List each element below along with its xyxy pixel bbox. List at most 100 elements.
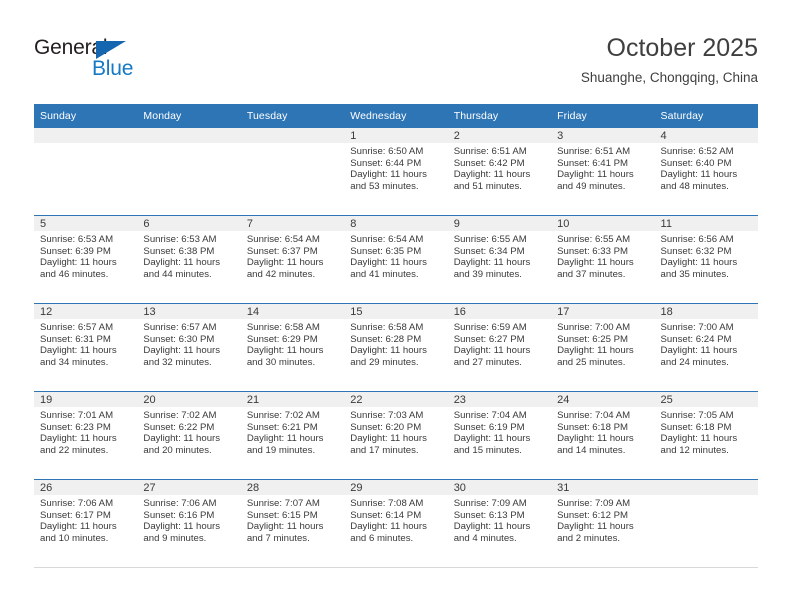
daylight-text-line2: and 22 minutes. [40, 444, 109, 456]
sunset-text: Sunset: 6:21 PM [246, 421, 318, 433]
calendar-day-cell[interactable]: 5 Sunrise: 6:53 AM Sunset: 6:39 PM Daylight… [34, 215, 138, 304]
sunrise-text: Sunrise: 7:02 AM [246, 410, 320, 421]
sunrise-text: Sunrise: 7:08 AM [350, 498, 424, 509]
calendar-day-cell[interactable]: 3 Sunrise: 6:51 AM Sunset: 6:41 PM Daylight… [551, 127, 655, 216]
calendar-day-cell[interactable]: 29 Sunrise: 7:08 AM Sunset: 6:14 PM Dayligh… [344, 479, 448, 568]
day-number: 8 [344, 216, 448, 231]
calendar-day-cell[interactable]: 4 Sunrise: 6:52 AM Sunset: 6:40 PM Daylight… [654, 127, 758, 216]
sunset-text: Sunset: 6:18 PM [557, 421, 629, 433]
day-number: 3 [551, 128, 655, 143]
calendar-day-cell-empty [34, 127, 138, 216]
day-details: Sunrise: 7:03 AM Sunset: 6:20 PM Daylight:… [344, 407, 447, 456]
calendar-header-row: Sunday Monday Tuesday Wednesday Thursday… [34, 104, 758, 128]
daylight-text-line1: Daylight: 11 hours [350, 257, 427, 269]
calendar-day-cell[interactable]: 20 Sunrise: 7:02 AM Sunset: 6:22 PM Dayligh… [137, 391, 241, 480]
calendar-day-cell[interactable]: 13 Sunrise: 6:57 AM Sunset: 6:30 PM Dayligh… [137, 303, 241, 392]
calendar-day-cell[interactable]: 18 Sunrise: 7:00 AM Sunset: 6:24 PM Dayligh… [654, 303, 758, 392]
day-details: Sunrise: 6:52 AM Sunset: 6:40 PM Daylight:… [655, 143, 758, 192]
calendar-week-row: 19 Sunrise: 7:01 AM Sunset: 6:23 PM Dayligh… [34, 391, 758, 480]
sunrise-text: Sunrise: 7:09 AM [557, 498, 631, 509]
generalblue-logo[interactable]: General Blue [34, 36, 234, 88]
calendar-day-cell[interactable]: 8 Sunrise: 6:54 AM Sunset: 6:35 PM Daylight… [344, 215, 448, 304]
daylight-text-line1: Daylight: 11 hours [246, 345, 324, 357]
day-details: Sunrise: 7:08 AM Sunset: 6:14 PM Daylight:… [344, 495, 447, 544]
day-details: Sunrise: 6:58 AM Sunset: 6:29 PM Daylight:… [241, 319, 344, 368]
day-number: 27 [137, 480, 241, 495]
daylight-text-line2: and 29 minutes. [350, 356, 419, 368]
day-number: 20 [137, 392, 241, 407]
calendar-table: Sunday Monday Tuesday Wednesday Thursday… [34, 104, 758, 568]
day-details: Sunrise: 7:02 AM Sunset: 6:21 PM Daylight:… [241, 407, 344, 456]
day-number: 18 [654, 304, 758, 319]
sunset-text: Sunset: 6:15 PM [246, 509, 318, 521]
sunset-text: Sunset: 6:44 PM [350, 157, 422, 169]
calendar-day-cell[interactable]: 28 Sunrise: 7:07 AM Sunset: 6:15 PM Dayligh… [240, 479, 345, 568]
sunrise-text: Sunrise: 7:00 AM [660, 322, 734, 333]
sunrise-text: Sunrise: 7:01 AM [40, 410, 114, 421]
sunrise-text: Sunrise: 6:58 AM [350, 322, 424, 333]
day-details: Sunrise: 7:06 AM Sunset: 6:16 PM Daylight:… [137, 495, 240, 544]
calendar-day-cell[interactable]: 27 Sunrise: 7:06 AM Sunset: 6:16 PM Dayligh… [137, 479, 241, 568]
daylight-text-line1: Daylight: 11 hours [40, 521, 117, 533]
calendar-day-cell[interactable]: 11 Sunrise: 6:56 AM Sunset: 6:32 PM Dayligh… [654, 215, 758, 304]
calendar-day-cell[interactable]: 22 Sunrise: 7:03 AM Sunset: 6:20 PM Dayligh… [344, 391, 448, 480]
day-details: Sunrise: 7:00 AM Sunset: 6:24 PM Daylight:… [655, 319, 758, 368]
daylight-text-line2: and 53 minutes. [350, 180, 419, 192]
calendar-day-cell[interactable]: 9 Sunrise: 6:55 AM Sunset: 6:34 PM Daylight… [447, 215, 552, 304]
daylight-text-line1: Daylight: 11 hours [350, 169, 427, 181]
daylight-text-line2: and 24 minutes. [660, 356, 729, 368]
day-details: Sunrise: 6:57 AM Sunset: 6:31 PM Daylight:… [34, 319, 137, 368]
sunset-text: Sunset: 6:25 PM [557, 333, 629, 345]
daylight-text-line1: Daylight: 11 hours [350, 345, 427, 357]
calendar-day-cell[interactable]: 24 Sunrise: 7:04 AM Sunset: 6:18 PM Dayligh… [551, 391, 655, 480]
sunset-text: Sunset: 6:29 PM [246, 333, 318, 345]
sunset-text: Sunset: 6:40 PM [660, 157, 732, 169]
daylight-text-line2: and 27 minutes. [453, 356, 522, 368]
sunrise-text: Sunrise: 6:58 AM [246, 322, 320, 333]
calendar-day-cell[interactable]: 21 Sunrise: 7:02 AM Sunset: 6:21 PM Dayligh… [240, 391, 345, 480]
sunset-text: Sunset: 6:37 PM [246, 245, 318, 257]
day-details: Sunrise: 7:09 AM Sunset: 6:12 PM Daylight:… [551, 495, 654, 544]
calendar-day-cell[interactable]: 31 Sunrise: 7:09 AM Sunset: 6:12 PM Dayligh… [551, 479, 655, 568]
daylight-text-line1: Daylight: 11 hours [660, 345, 738, 357]
calendar-day-cell-empty [137, 127, 241, 216]
daylight-text-line1: Daylight: 11 hours [660, 433, 738, 445]
calendar-day-cell[interactable]: 17 Sunrise: 7:00 AM Sunset: 6:25 PM Dayligh… [551, 303, 655, 392]
calendar-day-cell-empty [654, 479, 758, 568]
sunset-text: Sunset: 6:17 PM [40, 509, 111, 521]
daylight-text-line1: Daylight: 11 hours [557, 521, 634, 533]
calendar-day-cell[interactable]: 1 Sunrise: 6:50 AM Sunset: 6:44 PM Daylight… [344, 127, 448, 216]
calendar-day-cell[interactable]: 14 Sunrise: 6:58 AM Sunset: 6:29 PM Dayligh… [240, 303, 345, 392]
sunset-text: Sunset: 6:24 PM [660, 333, 732, 345]
daylight-text-line2: and 48 minutes. [660, 180, 729, 192]
day-number [137, 128, 241, 143]
daylight-text-line2: and 32 minutes. [143, 356, 212, 368]
day-details: Sunrise: 7:01 AM Sunset: 6:23 PM Daylight:… [34, 407, 137, 456]
sunrise-text: Sunrise: 7:06 AM [143, 498, 217, 509]
calendar-day-cell[interactable]: 12 Sunrise: 6:57 AM Sunset: 6:31 PM Dayligh… [34, 303, 138, 392]
calendar-day-cell[interactable]: 6 Sunrise: 6:53 AM Sunset: 6:38 PM Daylight… [137, 215, 241, 304]
calendar-day-cell[interactable]: 7 Sunrise: 6:54 AM Sunset: 6:37 PM Daylight… [240, 215, 345, 304]
calendar-day-cell[interactable]: 23 Sunrise: 7:04 AM Sunset: 6:19 PM Dayligh… [447, 391, 552, 480]
daylight-text-line1: Daylight: 11 hours [660, 169, 738, 181]
daylight-text-line2: and 34 minutes. [40, 356, 109, 368]
calendar-day-cell[interactable]: 30 Sunrise: 7:09 AM Sunset: 6:13 PM Dayligh… [447, 479, 552, 568]
day-number [34, 128, 138, 143]
daylight-text-line2: and 41 minutes. [350, 268, 419, 280]
calendar-day-cell[interactable]: 25 Sunrise: 7:05 AM Sunset: 6:18 PM Dayligh… [654, 391, 758, 480]
calendar-day-cell[interactable]: 19 Sunrise: 7:01 AM Sunset: 6:23 PM Dayligh… [34, 391, 138, 480]
calendar-day-cell[interactable]: 26 Sunrise: 7:06 AM Sunset: 6:17 PM Dayligh… [34, 479, 138, 568]
calendar-day-cell[interactable]: 10 Sunrise: 6:55 AM Sunset: 6:33 PM Dayligh… [551, 215, 655, 304]
sunset-text: Sunset: 6:42 PM [453, 157, 525, 169]
daylight-text-line2: and 30 minutes. [246, 356, 316, 368]
day-details: Sunrise: 7:06 AM Sunset: 6:17 PM Daylight:… [34, 495, 137, 544]
calendar-day-cell[interactable]: 2 Sunrise: 6:51 AM Sunset: 6:42 PM Daylight… [447, 127, 552, 216]
sunset-text: Sunset: 6:33 PM [557, 245, 629, 257]
sunset-text: Sunset: 6:39 PM [40, 245, 111, 257]
calendar-day-cell[interactable]: 16 Sunrise: 6:59 AM Sunset: 6:27 PM Dayligh… [447, 303, 552, 392]
daylight-text-line2: and 15 minutes. [453, 444, 522, 456]
day-number: 29 [344, 480, 448, 495]
calendar-day-cell[interactable]: 15 Sunrise: 6:58 AM Sunset: 6:28 PM Dayligh… [344, 303, 448, 392]
sunrise-text: Sunrise: 6:57 AM [40, 322, 114, 333]
sunset-text: Sunset: 6:16 PM [143, 509, 215, 521]
